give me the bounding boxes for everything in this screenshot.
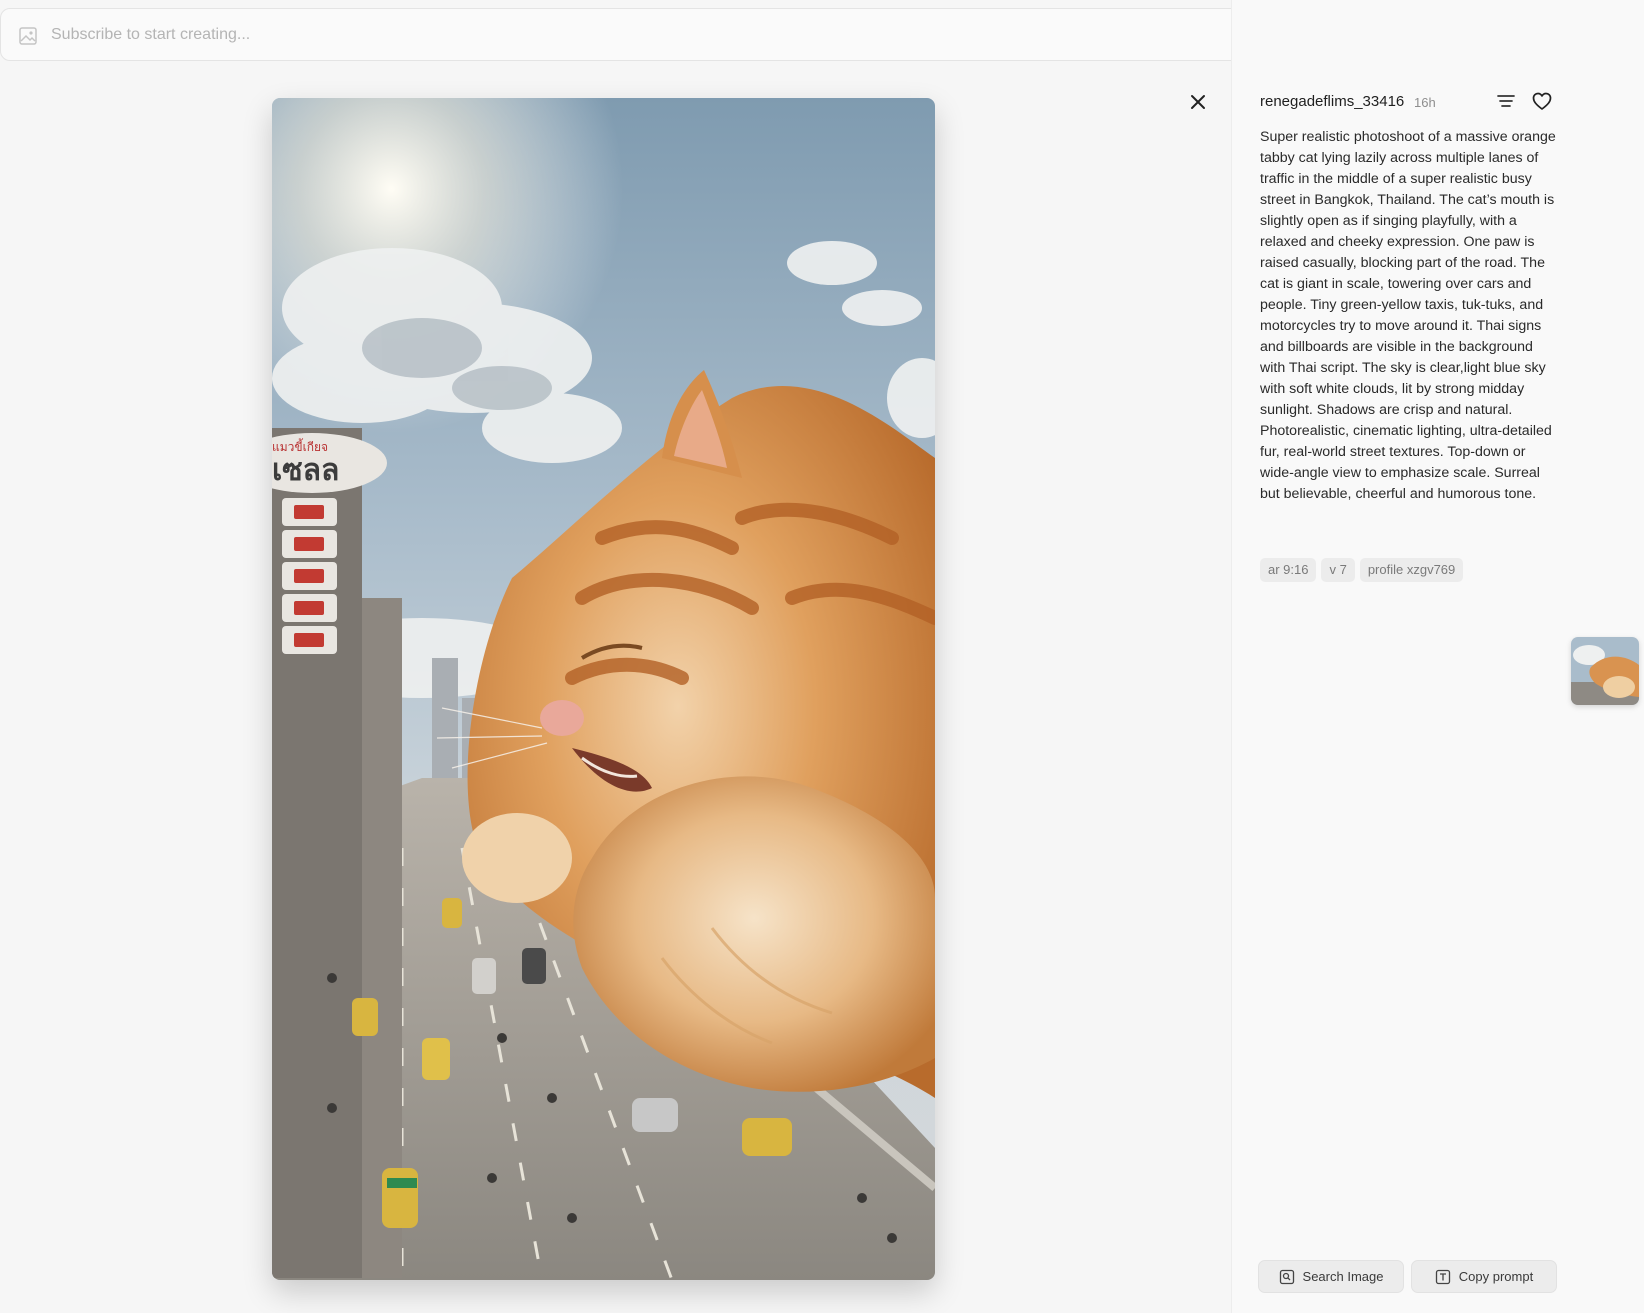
sign-text-main: เซลล xyxy=(272,453,339,488)
prompt-input[interactable] xyxy=(51,21,1411,49)
copy-prompt-label: Copy prompt xyxy=(1458,1269,1534,1284)
timestamp: 16h xyxy=(1414,95,1436,110)
tag-profile[interactable]: profile xzgv769 xyxy=(1359,558,1464,582)
thumbnail-image[interactable] xyxy=(1571,637,1639,705)
username[interactable]: renegadeflims_33416 xyxy=(1260,93,1404,110)
thumbnail-preview xyxy=(1571,637,1639,705)
text-copy-icon xyxy=(1435,1269,1450,1284)
menu-lines-icon[interactable] xyxy=(1496,92,1516,112)
copy-prompt-button[interactable]: Copy prompt xyxy=(1411,1260,1557,1293)
prompt-text: Super realistic photoshoot of a massive … xyxy=(1260,129,1556,502)
image-icon[interactable] xyxy=(18,26,38,46)
search-image-button[interactable]: Search Image xyxy=(1258,1260,1404,1293)
tag-version[interactable]: v 7 xyxy=(1321,558,1355,582)
close-icon[interactable] xyxy=(1186,90,1210,114)
parameter-tags: ar 9:16 v 7 profile xzgv769 xyxy=(1260,558,1464,582)
tag-aspect-ratio[interactable]: ar 9:16 xyxy=(1260,558,1317,582)
main-image[interactable]: แมวขี้เกียจ เซลล xyxy=(272,98,935,1280)
image-search-icon xyxy=(1279,1269,1294,1284)
search-image-label: Search Image xyxy=(1302,1269,1384,1284)
sign-text-top: แมวขี้เกียจ xyxy=(272,438,328,454)
cat-street-image: แมวขี้เกียจ เซลล xyxy=(272,98,935,1280)
heart-icon[interactable] xyxy=(1531,90,1553,112)
